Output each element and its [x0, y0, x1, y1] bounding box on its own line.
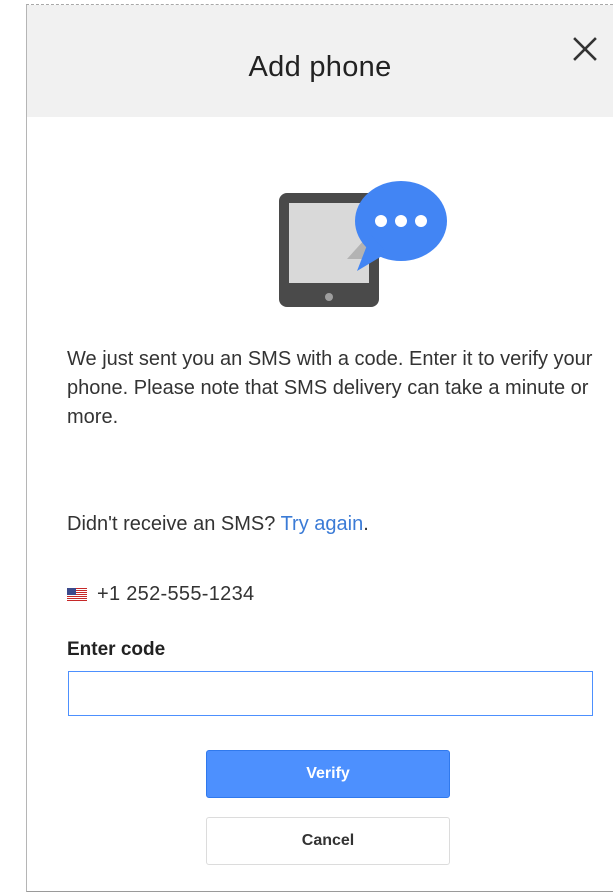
- close-button[interactable]: [567, 31, 603, 67]
- close-icon: [573, 37, 597, 61]
- phone-sms-illustration: [279, 173, 451, 309]
- resend-row: Didn't receive an SMS? Try again.: [67, 513, 369, 536]
- code-input[interactable]: [68, 671, 593, 716]
- us-flag-icon: [67, 588, 87, 601]
- enter-code-label: Enter code: [67, 639, 166, 660]
- cancel-button[interactable]: Cancel: [206, 817, 450, 865]
- sms-sent-message: We just sent you an SMS with a code. Ent…: [67, 348, 593, 428]
- dialog-header: Add phone: [27, 5, 613, 117]
- phone-sms-icon: [279, 181, 447, 307]
- resend-prefix: Didn't receive an SMS?: [67, 513, 276, 535]
- phone-number-row: +1 252-555-1234: [67, 581, 254, 607]
- phone-number: +1 252-555-1234: [97, 582, 255, 605]
- verify-button[interactable]: Verify: [206, 750, 450, 798]
- resend-suffix: .: [363, 513, 369, 535]
- add-phone-dialog: Add phone We just sent you an SMS with a…: [26, 4, 613, 892]
- try-again-link[interactable]: Try again: [281, 513, 364, 535]
- dialog-title: Add phone: [248, 51, 392, 83]
